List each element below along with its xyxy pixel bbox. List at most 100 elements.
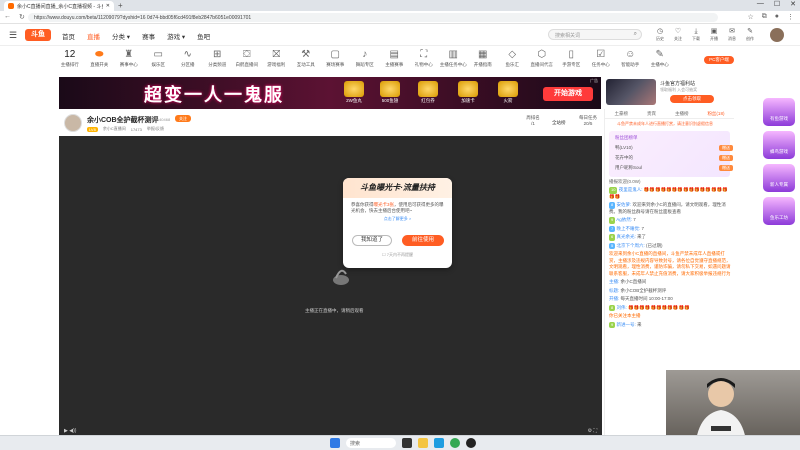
nav-games[interactable]: 游戏 ▾ (167, 31, 185, 41)
room-category[interactable]: 余小C直播间 (103, 126, 126, 132)
tab-fans[interactable]: 粉丝(18) (707, 109, 724, 118)
tab-vip[interactable]: 贵宾 (647, 109, 656, 118)
pc-client-tag[interactable]: PC客户端 (704, 56, 734, 64)
streamer-avatar[interactable] (64, 114, 82, 132)
category-item[interactable]: ☑ 任务中心 (586, 48, 616, 68)
history-button[interactable]: ◷ 历史 (654, 27, 666, 42)
user-avatar[interactable] (770, 28, 784, 42)
got-it-button[interactable]: 我知道了 (352, 235, 392, 246)
float-ad[interactable]: 鱼乐工坊 (763, 197, 795, 225)
chat-username[interactable]: 晚上不睡觉: (617, 226, 641, 231)
extensions-icon[interactable]: ⧉ (762, 13, 767, 21)
all-station-rank[interactable]: 全站榜 (552, 120, 566, 126)
category-item[interactable]: ▤ 主播赛事 (380, 48, 410, 68)
category-item[interactable]: ♜ 赛事中心 (114, 48, 144, 68)
taskbar-search[interactable]: 搜索 (346, 438, 396, 448)
fan-row[interactable]: 花卉中的 赠送 (615, 155, 733, 161)
video-player[interactable]: 主播正在直播中，请稍后观看 ▶ ◀)) ⚙ ⛶ (59, 136, 602, 436)
chat-username[interactable]: 开播: (609, 296, 619, 301)
follow-button[interactable]: 关注 (175, 115, 191, 122)
category-item[interactable]: ▦ 开播指南 (468, 48, 498, 68)
chat-text: 来 (637, 321, 642, 327)
start-game-button[interactable]: 开始游戏 (543, 87, 593, 101)
category-item[interactable]: ▯ 手游专区 (557, 48, 587, 68)
category-item[interactable]: ∿ 分区播 (173, 48, 203, 68)
chat-username[interactable]: 安佐萝: (617, 202, 632, 207)
new-tab-button[interactable]: + (118, 1, 123, 10)
category-item[interactable]: ⊞ 分类频道 (203, 48, 233, 68)
chat-username[interactable]: 刘伟: (617, 305, 627, 310)
nav-events[interactable]: 赛事 (142, 31, 155, 41)
category-item[interactable]: ◇ 鱼乐汇 (498, 48, 528, 68)
learn-more-link[interactable]: 点击了解更多 > (351, 216, 444, 222)
category-item[interactable]: ⛋ 白鹤直播间 (232, 48, 262, 68)
float-ad[interactable]: 蜂鸟游戏 (763, 131, 795, 159)
search-icon[interactable]: ⌕ (634, 31, 637, 38)
chat-username[interactable]: 标题: (609, 288, 619, 293)
report-link[interactable]: 举报/反馈 (147, 126, 164, 132)
app-icon[interactable] (466, 438, 476, 448)
float-ad[interactable]: 有鱼游戏 (763, 98, 795, 126)
promo-card[interactable]: 斗鱼官方福利站 领取福利 入会可抽奖 点击领取 (604, 77, 734, 107)
url-input[interactable]: https://www.douyu.com/beta/11209079?dysh… (28, 13, 718, 22)
chat-username[interactable]: 主播: (609, 279, 619, 284)
taskview-icon[interactable] (402, 438, 412, 448)
chat-username[interactable]: 真光余光: (617, 234, 636, 239)
search-input[interactable]: 搜索相关词 ⌕ (548, 29, 642, 40)
tab-title: 余小C直播间直播_余小C直播视频 - 斗鱼 (17, 3, 103, 10)
chrome-icon[interactable] (450, 438, 460, 448)
nav-category[interactable]: 分类 ▾ (112, 31, 130, 41)
reload-icon[interactable]: ↻ (19, 13, 25, 21)
menu-dots-icon[interactable]: ⋮ (787, 13, 794, 21)
category-item[interactable]: ▢ 赛场赛事 (321, 48, 351, 68)
maximize-button[interactable]: ☐ (774, 0, 780, 8)
download-button[interactable]: ⤓ 下载 (690, 27, 702, 42)
create-button[interactable]: ✎ 创作 (744, 27, 756, 42)
nav-home[interactable]: 首页 (62, 31, 75, 41)
category-item[interactable]: ☺ 智能助手 (616, 48, 646, 68)
promo-claim-button[interactable]: 点击领取 (670, 95, 714, 103)
category-item[interactable]: ⛶ 礼物中心 (409, 48, 439, 68)
start-live-button[interactable]: ▣ 开播 (708, 27, 720, 42)
edge-icon[interactable] (434, 438, 444, 448)
float-ad[interactable]: 新人专属 (763, 164, 795, 192)
chat-username[interactable]: 新进一号: (617, 322, 636, 327)
category-item[interactable]: ♪ 舞蹈专区 (350, 48, 380, 68)
chat-username[interactable]: 北京下个周六: (617, 243, 645, 248)
message-button[interactable]: ✉ 消息 (726, 27, 738, 42)
category-item[interactable]: ⬡ 直播间代言 (527, 48, 557, 68)
tab-anchor-rank[interactable]: 主播榜 (675, 109, 689, 118)
chat-list[interactable]: 10 夜里是鬼人: 🎁🎁🎁🎁🎁🎁🎁🎁🎁🎁🎁🎁🎁🎁🎁🎁🎁 8 安佐萝: 欢迎来到余小… (609, 187, 731, 330)
windows-start-icon[interactable] (330, 438, 340, 448)
fan-row[interactable]: 用户昵称Soul 赠送 (615, 165, 733, 171)
back-icon[interactable]: ← (4, 13, 11, 21)
hamburger-menu-icon[interactable]: ☰ (9, 30, 17, 41)
profile-icon[interactable]: ● (775, 13, 779, 21)
dont-remind-checkbox[interactable]: ☐ 7天内不再提醒 (343, 252, 452, 258)
browser-tab[interactable]: 余小C直播间直播_余小C直播视频 - 斗鱼 ✕ (4, 1, 114, 11)
follow-button[interactable]: ♡ 关注 (672, 27, 684, 42)
close-button[interactable]: ✕ (790, 0, 796, 8)
category-item[interactable]: ⛝ 游戏福利 (262, 48, 292, 68)
star-icon[interactable]: ☆ (747, 13, 753, 21)
tab-rich-rank[interactable]: 土豪榜 (614, 109, 628, 118)
game-ad-banner[interactable]: 超变一人一鬼服 2W鱼丸 500鱼翅 红包券 加速卡 火箭 开始游戏 广告 (59, 77, 601, 109)
chat-username[interactable]: 夜里是鬼人: (619, 187, 643, 192)
use-now-button[interactable]: 前往使用 (402, 235, 444, 246)
tab-close-icon[interactable]: ✕ (106, 3, 110, 9)
category-item[interactable]: ⬬ 直播开关 (85, 48, 115, 68)
category-item[interactable]: ⚒ 互动工具 (291, 48, 321, 68)
daily-task[interactable]: 每日任务 20/5 (577, 115, 599, 126)
weekly-rank[interactable]: 周排名/1 (523, 115, 543, 133)
category-item[interactable]: ▭ 娱乐区 (144, 48, 174, 68)
rank-count[interactable]: 12 主播排行 (55, 48, 85, 68)
category-item[interactable]: ▥ 主播任务中心 (439, 48, 469, 68)
minimize-button[interactable]: — (757, 0, 764, 8)
category-item[interactable]: ✎ 主播中心 (645, 48, 675, 68)
douyu-logo[interactable]: 斗鱼 (25, 29, 51, 41)
chat-username[interactable]: Ag依然: (616, 217, 632, 222)
nav-live[interactable]: 直播 (87, 31, 100, 41)
fan-row[interactable]: 鸭(LV10) 赠送 (615, 145, 733, 151)
nav-fishbar[interactable]: 鱼吧 (197, 31, 210, 41)
file-explorer-icon[interactable] (418, 438, 428, 448)
